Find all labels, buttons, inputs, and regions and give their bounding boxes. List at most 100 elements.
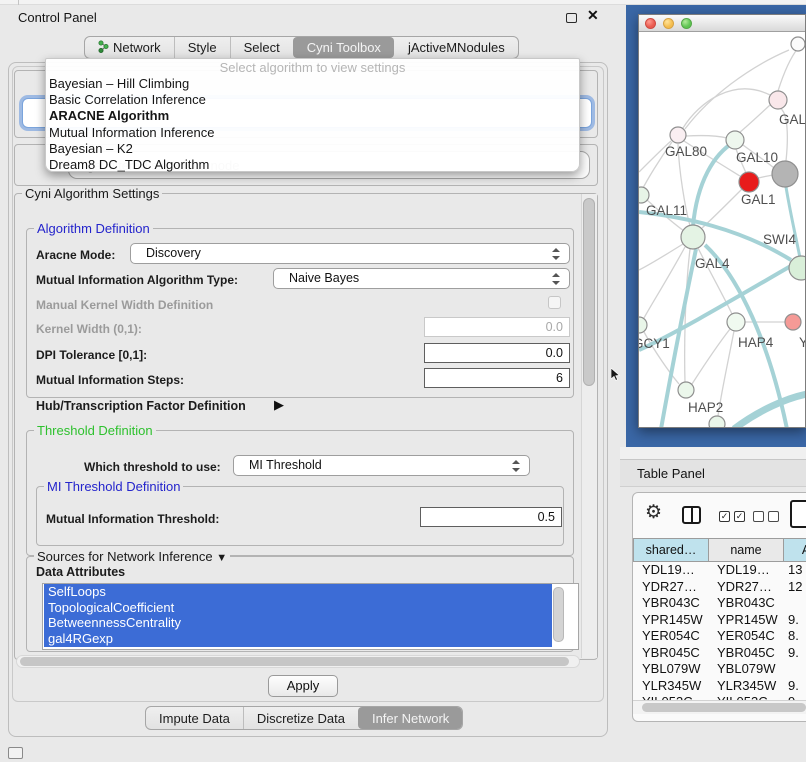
- network-node[interactable]: [709, 416, 725, 428]
- table-row[interactable]: YDL19…YDL19…13: [633, 562, 806, 579]
- tab-cyni-toolbox[interactable]: Cyni Toolbox: [293, 37, 394, 58]
- table-cell: [788, 595, 806, 612]
- attribute-item-selfloops[interactable]: SelfLoops: [44, 584, 552, 600]
- bottom-tab-impute-data[interactable]: Impute Data: [146, 707, 243, 729]
- mi-threshold-field[interactable]: [420, 507, 562, 527]
- close-icon[interactable]: ✕: [587, 7, 599, 24]
- docked-panel-icon[interactable]: [8, 747, 23, 759]
- deselect-all-checkbox-icon[interactable]: [768, 511, 779, 522]
- algorithm-dropdown-list: Bayesian – Hill ClimbingBasic Correlatio…: [46, 76, 579, 173]
- kernel-width-field[interactable]: [424, 317, 570, 337]
- select-all-checkbox-icon[interactable]: ✓: [719, 511, 730, 522]
- table-column-header-a[interactable]: A: [783, 538, 806, 562]
- table-cell: 13: [788, 562, 806, 579]
- network-node[interactable]: [785, 314, 801, 330]
- dpi-tolerance-field[interactable]: [424, 343, 570, 363]
- bottom-tab-infer-network[interactable]: Infer Network: [358, 707, 462, 729]
- node-label-gal4: GAL4: [695, 256, 730, 271]
- zoom-traffic-light-icon[interactable]: [681, 18, 692, 29]
- tab-select[interactable]: Select: [230, 37, 293, 58]
- network-node[interactable]: [769, 91, 787, 109]
- which-threshold-combobox[interactable]: MI Threshold: [233, 455, 530, 476]
- data-attributes-list[interactable]: SelfLoopsTopologicalCoefficientBetweenne…: [42, 583, 579, 650]
- collapse-arrow-icon[interactable]: ▼: [216, 552, 227, 564]
- node-label-gal80: GAL80: [665, 144, 707, 159]
- settings-horizontal-scrollbar-thumb[interactable]: [20, 657, 569, 666]
- algorithm-option-bayesian-k2[interactable]: Bayesian – K2: [46, 141, 579, 157]
- table-row[interactable]: YPR145WYPR145W9.: [633, 612, 806, 629]
- deselect-all-checkbox-icon[interactable]: [753, 511, 764, 522]
- table-row[interactable]: YBL079WYBL079W: [633, 661, 806, 678]
- network-node[interactable]: [681, 225, 705, 249]
- expand-arrow-icon[interactable]: ▶: [274, 397, 284, 413]
- table-cell: 8.: [788, 628, 806, 645]
- settings-vertical-scrollbar-thumb[interactable]: [583, 198, 595, 386]
- tab-label: Network: [113, 40, 161, 55]
- table-cell: YBR045C: [642, 645, 715, 662]
- hub-transcription-factor-label[interactable]: Hub/Transcription Factor Definition: [36, 399, 246, 413]
- table-row[interactable]: YLR345WYLR345W9.: [633, 678, 806, 695]
- attribute-item-gal4rgexp[interactable]: gal4RGexp: [44, 631, 552, 647]
- bottom-tab-discretize-data[interactable]: Discretize Data: [243, 707, 358, 729]
- table-column-header-name[interactable]: name: [708, 538, 784, 562]
- gear-icon[interactable]: ⚙: [645, 503, 662, 523]
- table-row[interactable]: YDR27…YDR27…12: [633, 579, 806, 596]
- table-cell: 9.: [788, 678, 806, 695]
- tab-style[interactable]: Style: [174, 37, 230, 58]
- table-row[interactable]: YER054CYER054C8.: [633, 628, 806, 645]
- minimize-traffic-light-icon[interactable]: [663, 18, 674, 29]
- apply-button[interactable]: Apply: [268, 675, 338, 697]
- spinner-arrows-icon: [512, 459, 520, 473]
- network-node[interactable]: [789, 256, 806, 280]
- algorithm-option-aracne-algorithm[interactable]: ARACNE Algorithm: [46, 108, 579, 124]
- aracne-mode-combobox[interactable]: Discovery: [130, 243, 570, 264]
- mi-steps-field[interactable]: [424, 368, 570, 388]
- table-panel-title: Table Panel: [620, 459, 806, 487]
- export-table-icon[interactable]: [790, 500, 806, 528]
- network-node[interactable]: [670, 127, 686, 143]
- attribute-item-topologicalcoefficient[interactable]: TopologicalCoefficient: [44, 600, 552, 616]
- sources-title[interactable]: Sources for Network Inference ▼: [34, 549, 230, 564]
- table-cell: YLR345W: [717, 678, 787, 695]
- network-node[interactable]: [639, 187, 649, 203]
- column-manager-icon[interactable]: [682, 506, 701, 524]
- network-node[interactable]: [727, 313, 745, 331]
- table-row[interactable]: YBR045CYBR045C9.: [633, 645, 806, 662]
- tab-network[interactable]: Network: [85, 37, 174, 58]
- close-traffic-light-icon[interactable]: [645, 18, 656, 29]
- network-node[interactable]: [639, 317, 647, 333]
- network-window-titlebar[interactable]: [639, 15, 805, 32]
- algorithm-option-mutual-information-inference[interactable]: Mutual Information Inference: [46, 125, 579, 141]
- node-label-hap4: HAP4: [738, 335, 774, 350]
- tab-jactivemnodules[interactable]: jActiveMNodules: [394, 37, 518, 58]
- network-view-window: GALGAL80GAL10GAL1GAL11SWI4GAL4HAP4YGCY1H…: [638, 14, 806, 428]
- select-all-checkbox-icon[interactable]: ✓: [734, 511, 745, 522]
- algorithm-option-dream8-dc-tdc-algorithm[interactable]: Dream8 DC_TDC Algorithm: [46, 157, 579, 173]
- table-row[interactable]: YBR043CYBR043C: [633, 595, 806, 612]
- network-node[interactable]: [739, 172, 759, 192]
- attribute-item-betweennesscentrality[interactable]: BetweennessCentrality: [44, 615, 552, 631]
- list-scrollbar-thumb[interactable]: [553, 587, 564, 642]
- network-node[interactable]: [726, 131, 744, 149]
- table-cell: YBR045C: [717, 645, 787, 662]
- network-canvas[interactable]: GALGAL80GAL10GAL1GAL11SWI4GAL4HAP4YGCY1H…: [639, 32, 806, 428]
- table-cell: YPR145W: [717, 612, 787, 629]
- algorithm-dropdown-placeholder: Select algorithm to view settings: [46, 60, 579, 76]
- mi-algorithm-type-combobox[interactable]: Naive Bayes: [273, 268, 570, 289]
- node-label-gcy1: GCY1: [639, 336, 670, 351]
- algorithm-option-basic-correlation-inference[interactable]: Basic Correlation Inference: [46, 92, 579, 108]
- algorithm-option-bayesian-hill-climbing[interactable]: Bayesian – Hill Climbing: [46, 76, 579, 92]
- network-node[interactable]: [678, 382, 694, 398]
- dpi-tolerance-label: DPI Tolerance [0,1]:: [36, 348, 147, 362]
- manual-kernel-width-checkbox[interactable]: [548, 296, 561, 309]
- table-cell: 12: [788, 579, 806, 596]
- table-cell: YBR043C: [717, 595, 787, 612]
- network-node[interactable]: [791, 37, 805, 51]
- mouse-cursor: [611, 368, 621, 386]
- table-cell: YER054C: [717, 628, 787, 645]
- table-horizontal-scrollbar-thumb[interactable]: [642, 703, 806, 712]
- node-label-hap2: HAP2: [688, 400, 723, 415]
- float-panel-icon[interactable]: [566, 13, 577, 23]
- table-column-header-shared[interactable]: shared…: [633, 538, 709, 562]
- bottom-tab-label: Impute Data: [159, 711, 230, 726]
